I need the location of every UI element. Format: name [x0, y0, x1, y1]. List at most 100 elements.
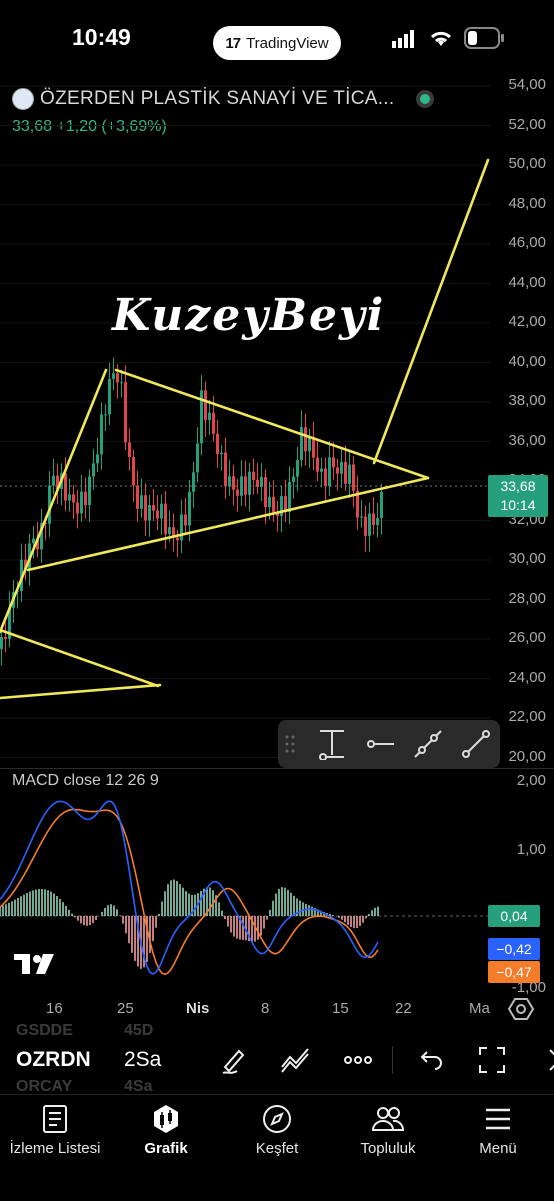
compass-icon [263, 1105, 291, 1133]
candle [364, 516, 367, 536]
more-button[interactable] [340, 1042, 376, 1078]
candle [380, 491, 383, 519]
price-tick: 20,00 [508, 747, 546, 765]
candle [296, 460, 299, 477]
candle [156, 510, 159, 519]
tradingview-pill[interactable]: 17 TradingView [213, 26, 341, 60]
candle [124, 382, 127, 443]
more-icon [344, 1056, 372, 1064]
trendline[interactable] [372, 158, 490, 465]
candle [328, 457, 331, 487]
candle [300, 427, 303, 461]
candle [216, 433, 219, 455]
interval-button[interactable]: 2Sa [124, 1048, 161, 1072]
last-price-value: 33,68 [500, 478, 536, 494]
tab-community[interactable]: Topluluk [333, 1100, 443, 1157]
macd-line-value: −0,42 [488, 938, 540, 960]
candle [104, 414, 107, 416]
vertical-line-tool-icon[interactable] [316, 728, 348, 760]
trendline[interactable] [0, 628, 160, 688]
macd-tick: 1,00 [516, 841, 546, 858]
candle [52, 475, 55, 486]
candle [208, 412, 211, 421]
price-tick: 50,00 [508, 155, 546, 172]
price-tick: 26,00 [508, 629, 546, 646]
time-tick: 8 [261, 1000, 270, 1017]
candle [336, 467, 339, 474]
tab-chart[interactable]: Grafik [111, 1100, 221, 1157]
candle [264, 477, 267, 508]
fullscreen-button[interactable] [474, 1042, 510, 1078]
candle [64, 473, 67, 501]
candle [180, 514, 183, 541]
candle [324, 468, 327, 487]
status-time: 10:49 [72, 24, 131, 50]
candle [252, 471, 255, 480]
price-tick: 38,00 [508, 392, 546, 409]
price-tick: 36,00 [508, 431, 546, 449]
indicators-icon [281, 1048, 309, 1073]
undo-icon [420, 1051, 442, 1070]
trendline-tool-icon[interactable] [460, 728, 492, 760]
candle [368, 513, 371, 536]
macd-histogram-value: 0,04 [488, 905, 540, 927]
indicators-button[interactable] [278, 1042, 314, 1078]
time-tick: Ma [469, 1000, 490, 1017]
time-tick: 16 [46, 1000, 63, 1017]
price-tick: 22,00 [508, 708, 546, 725]
settings-icon[interactable] [508, 996, 534, 1022]
candle [32, 538, 35, 544]
candle [148, 504, 151, 521]
candle [128, 442, 131, 458]
candle [268, 496, 271, 508]
candle [120, 382, 123, 384]
candle [92, 463, 95, 477]
price-tick: 24,00 [508, 668, 546, 686]
pane-divider[interactable] [0, 768, 554, 769]
extended-line-tool-icon[interactable] [412, 728, 444, 760]
candle [196, 443, 199, 473]
candle [140, 495, 143, 509]
battery-icon [464, 27, 504, 49]
candle [188, 491, 191, 526]
macd-chart[interactable] [0, 770, 490, 992]
price-tick: 52,00 [508, 115, 546, 133]
signal-icon [392, 30, 414, 48]
horizontal-ray-tool-icon[interactable] [364, 728, 396, 760]
tab-explore[interactable]: Keşfet [222, 1100, 332, 1157]
drawing-toolbar [278, 720, 500, 768]
undo-button[interactable] [412, 1042, 448, 1078]
trendline[interactable] [0, 683, 162, 700]
candle [192, 472, 195, 492]
price-tick: 40,00 [508, 352, 546, 370]
signal-line-value: −0,47 [488, 961, 540, 983]
candle [116, 373, 119, 383]
tab-watchlist[interactable]: İzleme Listesi [0, 1100, 110, 1157]
trendline[interactable] [114, 368, 430, 480]
tab-label: Topluluk [360, 1140, 416, 1157]
candle [152, 504, 155, 511]
candle [72, 494, 75, 503]
price-tick: 48,00 [508, 194, 546, 212]
candle [136, 485, 139, 509]
time-tick: Nis [186, 1000, 210, 1017]
tab-menu[interactable]: Menü [443, 1100, 553, 1157]
candle [308, 436, 311, 452]
candle [376, 518, 379, 526]
drawing-tools-button[interactable] [216, 1042, 252, 1078]
price-chart[interactable]: KuzeyBeyi [0, 76, 490, 766]
candle [212, 412, 215, 434]
wifi-icon [430, 31, 452, 46]
ticker-button[interactable]: OZRDN [16, 1048, 91, 1072]
candle [260, 477, 263, 487]
tab-label: Menü [479, 1140, 517, 1157]
price-tick: 46,00 [508, 234, 546, 251]
tradingview-logo-icon: 17 [225, 34, 241, 52]
price-tick: 42,00 [508, 313, 546, 330]
drag-handle-icon[interactable] [284, 734, 296, 754]
candle [332, 457, 335, 468]
candle [0, 637, 3, 649]
time-tick: 25 [117, 1000, 134, 1017]
candle [220, 452, 223, 455]
tab-label: İzleme Listesi [9, 1140, 101, 1157]
